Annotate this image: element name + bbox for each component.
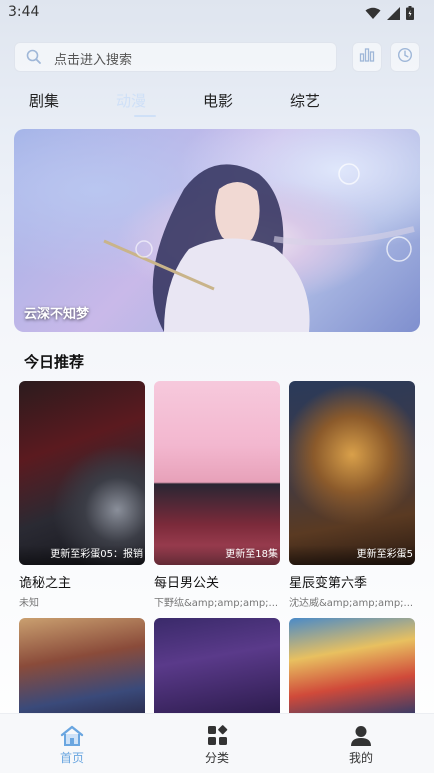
section-title: 今日推荐: [24, 353, 85, 371]
user-icon: [349, 725, 373, 747]
card-subtitle: 未知: [19, 598, 39, 609]
tab-series[interactable]: 剧集: [29, 90, 59, 111]
search-input[interactable]: 点击进入搜索: [14, 42, 337, 72]
battery-icon: [406, 5, 414, 24]
card-subtitle: 下野纮&amp;amp;amp;...: [154, 598, 279, 609]
status-bar: 3:44: [0, 0, 434, 26]
poster-image: 更新至彩蛋5: [289, 381, 415, 565]
bottom-nav: 首页 分类 我的: [0, 713, 434, 773]
card-title: 每日男公关: [154, 576, 220, 591]
tab-movie[interactable]: 电影: [203, 90, 233, 111]
history-button[interactable]: [390, 42, 420, 72]
tab-variety[interactable]: 综艺: [290, 90, 320, 111]
card-title: 诡秘之主: [19, 576, 72, 591]
clock-icon: [397, 47, 413, 67]
signal-icon: [387, 5, 400, 24]
tab-anime[interactable]: 动漫: [116, 90, 146, 111]
banner-carousel[interactable]: 云深不知梦: [14, 129, 420, 332]
status-icons: [365, 5, 414, 24]
media-card[interactable]: [154, 618, 280, 718]
nav-category-label: 分类: [204, 751, 229, 765]
status-time: 3:44: [8, 4, 40, 20]
card-subtitle: 沈达威&amp;amp;amp;...: [289, 598, 414, 609]
search-icon: [26, 49, 42, 69]
media-card[interactable]: [289, 618, 415, 718]
card-title: 星辰变第六季: [289, 576, 368, 591]
nav-category[interactable]: 分类: [177, 714, 257, 773]
category-tabs: 剧集 动漫 电影 综艺: [14, 90, 414, 117]
nav-profile-label: 我的: [348, 751, 373, 765]
search-placeholder: 点击进入搜索: [54, 53, 133, 68]
update-tag: 更新至18集: [154, 545, 280, 565]
bar-chart-icon: [359, 47, 375, 67]
tab-active-indicator: [134, 115, 156, 117]
nav-home[interactable]: 首页: [32, 714, 112, 773]
media-card[interactable]: [19, 618, 145, 718]
banner-artwork: [103, 163, 415, 332]
search-row: 点击进入搜索: [14, 42, 420, 72]
category-grid-icon: [205, 725, 229, 747]
update-tag: 更新至彩蛋05：报销: [19, 545, 145, 565]
wifi-icon: [365, 5, 381, 24]
nav-profile[interactable]: 我的: [321, 714, 401, 773]
poster-image: 更新至18集: [154, 381, 280, 565]
ranking-button[interactable]: [352, 42, 382, 72]
home-icon: [60, 725, 84, 747]
update-tag: 更新至彩蛋5: [289, 545, 415, 565]
nav-home-label: 首页: [59, 751, 84, 765]
poster-image: 更新至彩蛋05：报销: [19, 381, 145, 565]
banner-title: 云深不知梦: [24, 307, 90, 322]
